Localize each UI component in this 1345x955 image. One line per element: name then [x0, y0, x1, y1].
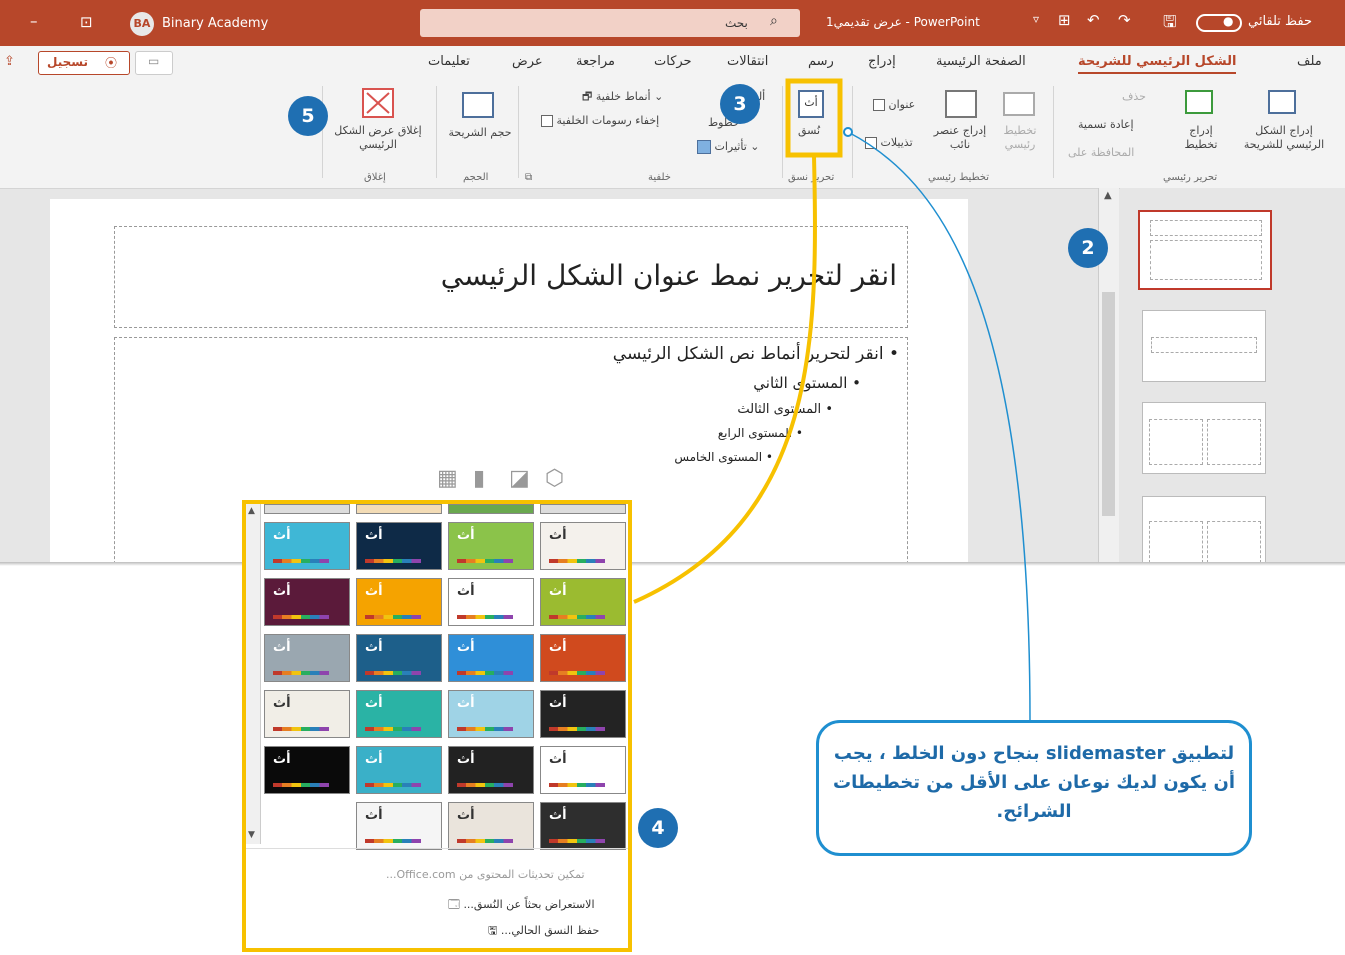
step-5-badge: 5: [288, 96, 328, 136]
step-3-badge: 3: [720, 84, 760, 124]
step-2-badge: 2: [1068, 228, 1108, 268]
step-4-badge: 4: [638, 808, 678, 848]
connector-dot: [843, 127, 853, 137]
themes-button-highlight: [785, 78, 843, 158]
blue-connector: [847, 131, 1031, 721]
callout-text: لتطبيق slidemaster بنجاح دون الخلط ، يجب…: [832, 743, 1236, 822]
info-callout: لتطبيق slidemaster بنجاح دون الخلط ، يجب…: [816, 720, 1252, 856]
yellow-connector: [633, 155, 817, 604]
